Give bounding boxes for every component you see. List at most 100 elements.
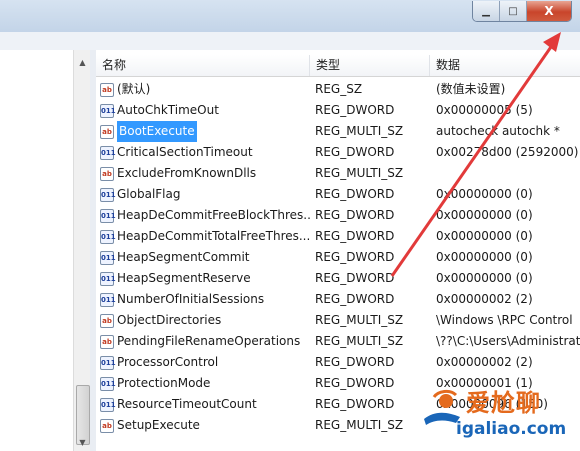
value-data: 0x00000002 (2): [436, 292, 533, 306]
value-name-cell: 011 HeapDeCommitTotalFreeThres...: [100, 226, 310, 247]
list-header: 名称 类型 数据: [96, 55, 580, 77]
watermark-url: igaliao.com: [456, 419, 567, 439]
window-titlebar: ▁ □ X: [0, 0, 580, 32]
binary-value-icon: 011: [100, 271, 116, 286]
value-name: NumberOfInitialSessions: [117, 292, 265, 306]
value-data: \??\C:\Users\Administrato: [436, 334, 580, 348]
binary-value-icon: 011: [100, 376, 116, 391]
value-name-cell: ab ExcludeFromKnownDlls: [100, 163, 310, 184]
string-value-icon: ab: [100, 334, 114, 349]
value-type: REG_DWORD: [315, 355, 395, 369]
value-name-cell: ab SetupExecute: [100, 415, 310, 436]
string-value-icon: ab: [100, 418, 114, 433]
menu-bar: [0, 32, 580, 51]
value-name: ExcludeFromKnownDlls: [117, 166, 257, 180]
binary-value-icon: 011: [100, 355, 116, 370]
value-name: ObjectDirectories: [117, 313, 222, 327]
value-type: REG_MULTI_SZ: [315, 166, 404, 180]
value-data: 0x00000000 (0): [436, 271, 533, 285]
binary-value-icon: 011: [100, 103, 116, 118]
value-data: 0x00000000 (0): [436, 208, 533, 222]
registry-value-row[interactable]: ab ExcludeFromKnownDlls REG_MULTI_SZ: [96, 163, 580, 184]
value-name-cell: 011 ResourceTimeoutCount: [100, 394, 310, 415]
string-value-icon: ab: [100, 82, 114, 97]
minimize-button[interactable]: ▁: [473, 1, 499, 21]
registry-value-row[interactable]: ab (默认) REG_SZ (数值未设置): [96, 79, 580, 100]
scroll-up-icon[interactable]: ▲: [74, 54, 91, 71]
value-data: autocheck autochk *: [436, 124, 560, 138]
value-name: (默认): [117, 82, 151, 96]
value-type: REG_DWORD: [315, 271, 395, 285]
value-name-cell: 011 ProcessorControl: [100, 352, 310, 373]
string-value-icon: ab: [100, 124, 114, 139]
registry-value-row[interactable]: 011 HeapSegmentCommit REG_DWORD 0x00000000 …: [96, 247, 580, 268]
value-name-cell: ab BootExecute: [100, 121, 310, 142]
registry-value-row[interactable]: 011 CriticalSectionTimeout REG_DWORD 0x0027…: [96, 142, 580, 163]
value-type: REG_DWORD: [315, 145, 395, 159]
value-name: HeapDeCommitTotalFreeThres...: [117, 229, 310, 243]
value-data: 0x00000005 (5): [436, 103, 533, 117]
value-type: REG_DWORD: [315, 208, 395, 222]
value-name: ProcessorControl: [117, 355, 219, 369]
close-button[interactable]: X: [526, 1, 571, 21]
registry-value-row[interactable]: 011 HeapDeCommitTotalFreeThres... REG_DWOR…: [96, 226, 580, 247]
column-header-type[interactable]: 类型: [310, 55, 430, 76]
binary-value-icon: 011: [100, 292, 116, 307]
value-name-cell: 011 HeapSegmentCommit: [100, 247, 310, 268]
value-name: ResourceTimeoutCount: [117, 397, 257, 411]
value-name: BootExecute: [117, 121, 197, 142]
value-data: (数值未设置): [436, 82, 506, 96]
registry-value-row[interactable]: 011 AutoChkTimeOut REG_DWORD 0x00000005 (5): [96, 100, 580, 121]
watermark: 爱尬聊 igaliao.com: [416, 383, 580, 451]
value-name-cell: 011 HeapDeCommitFreeBlockThres...: [100, 205, 310, 226]
registry-value-row[interactable]: ab ObjectDirectories REG_MULTI_SZ \Windows …: [96, 310, 580, 331]
value-name: SetupExecute: [117, 418, 200, 432]
value-data: 0x00000000 (0): [436, 250, 533, 264]
scroll-down-icon[interactable]: ▼: [74, 434, 91, 451]
tree-scrollbar[interactable]: ▲ ▼: [73, 50, 91, 451]
window-controls: ▁ □ X: [472, 1, 572, 22]
registry-key-tree[interactable]: [0, 50, 74, 451]
value-data: 0x00278d00 (2592000): [436, 145, 579, 159]
value-type: REG_MULTI_SZ: [315, 313, 404, 327]
binary-value-icon: 011: [100, 208, 116, 223]
value-name: PendingFileRenameOperations: [117, 334, 301, 348]
binary-value-icon: 011: [100, 187, 116, 202]
value-name: GlobalFlag: [117, 187, 181, 201]
watermark-text: 爱尬聊: [466, 389, 541, 417]
registry-value-row[interactable]: 011 HeapDeCommitFreeBlockThres... REG_DWOR…: [96, 205, 580, 226]
value-name: ProtectionMode: [117, 376, 211, 390]
value-type: REG_SZ: [315, 82, 363, 96]
registry-value-row[interactable]: ab PendingFileRenameOperations REG_MULTI_S…: [96, 331, 580, 352]
value-name-cell: 011 NumberOfInitialSessions: [100, 289, 310, 310]
binary-value-icon: 011: [100, 397, 116, 412]
maximize-button[interactable]: □: [499, 1, 526, 21]
value-type: REG_DWORD: [315, 103, 395, 117]
value-name: AutoChkTimeOut: [117, 103, 219, 117]
binary-value-icon: 011: [100, 229, 116, 244]
binary-value-icon: 011: [100, 250, 116, 265]
value-name-cell: ab PendingFileRenameOperations: [100, 331, 310, 352]
column-header-name[interactable]: 名称: [96, 55, 310, 76]
registry-value-row[interactable]: ab BootExecute REG_MULTI_SZ autocheck autoc…: [96, 121, 580, 142]
value-type: REG_DWORD: [315, 187, 395, 201]
value-name: HeapSegmentReserve: [117, 271, 251, 285]
value-name-cell: ab ObjectDirectories: [100, 310, 310, 331]
registry-value-row[interactable]: 011 HeapSegmentReserve REG_DWORD 0x00000000…: [96, 268, 580, 289]
value-name-cell: 011 CriticalSectionTimeout: [100, 142, 310, 163]
column-header-data[interactable]: 数据: [430, 55, 580, 76]
binary-value-icon: 011: [100, 145, 116, 160]
value-name-cell: 011 GlobalFlag: [100, 184, 310, 205]
value-name: CriticalSectionTimeout: [117, 145, 253, 159]
value-data: 0x00000000 (0): [436, 229, 533, 243]
registry-value-row[interactable]: 011 NumberOfInitialSessions REG_DWORD 0x000…: [96, 289, 580, 310]
value-type: REG_DWORD: [315, 229, 395, 243]
value-name-cell: ab (默认): [100, 79, 310, 100]
registry-value-row[interactable]: 011 GlobalFlag REG_DWORD 0x00000000 (0): [96, 184, 580, 205]
string-value-icon: ab: [100, 313, 114, 328]
value-type: REG_DWORD: [315, 250, 395, 264]
value-type: REG_DWORD: [315, 292, 395, 306]
registry-value-row[interactable]: 011 ProcessorControl REG_DWORD 0x00000002 (…: [96, 352, 580, 373]
value-name-cell: 011 ProtectionMode: [100, 373, 310, 394]
string-value-icon: ab: [100, 166, 114, 181]
